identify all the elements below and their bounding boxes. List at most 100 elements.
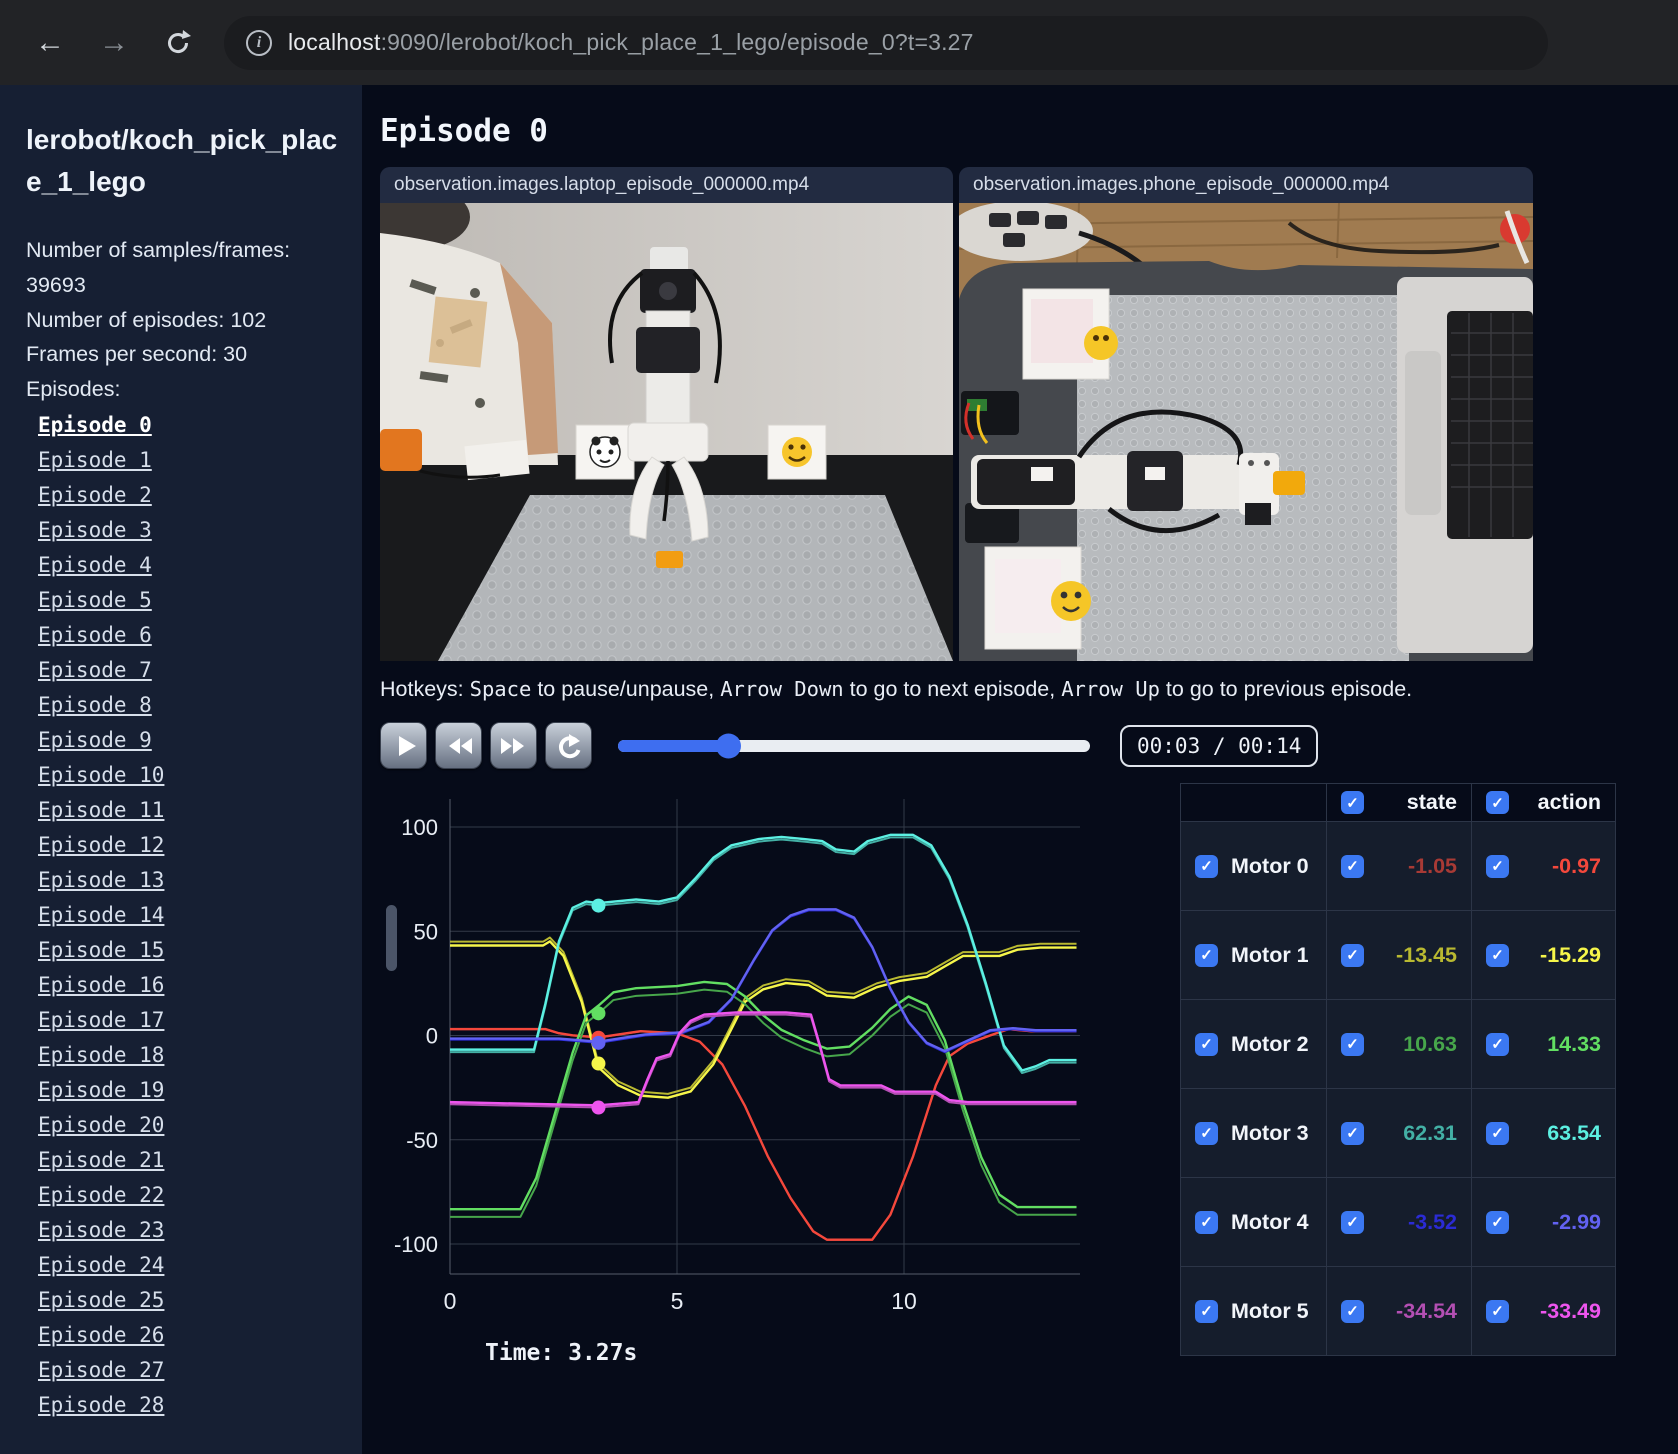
motor-action-checkbox[interactable]: ✓ bbox=[1486, 1121, 1509, 1145]
episode-link[interactable]: Episode 1 bbox=[38, 448, 152, 472]
slider-thumb[interactable] bbox=[716, 733, 742, 758]
motor-state-value: 10.63 bbox=[1403, 1031, 1457, 1056]
reload-button[interactable] bbox=[156, 21, 200, 65]
time-display: 00:03 / 00:14 bbox=[1120, 724, 1319, 767]
video-panel-laptop[interactable]: observation.images.laptop_episode_000000… bbox=[380, 167, 953, 661]
episode-link[interactable]: Episode 18 bbox=[38, 1043, 164, 1067]
main-content: Episode 0 observation.images.laptop_epis… bbox=[362, 85, 1678, 1454]
address-bar[interactable]: i localhost:9090/lerobot/koch_pick_place… bbox=[224, 15, 1548, 70]
episode-link[interactable]: Episode 3 bbox=[38, 518, 152, 542]
hotkey-key: Arrow Up bbox=[1061, 677, 1160, 701]
motor-state-checkbox[interactable]: ✓ bbox=[1341, 943, 1364, 967]
video-phone[interactable] bbox=[959, 203, 1533, 661]
video-laptop[interactable] bbox=[380, 203, 953, 661]
episode-link[interactable]: Episode 27 bbox=[38, 1358, 164, 1382]
motor-state-checkbox[interactable]: ✓ bbox=[1341, 1032, 1364, 1056]
episode-link[interactable]: Episode 14 bbox=[38, 903, 164, 927]
episode-link[interactable]: Episode 7 bbox=[38, 658, 152, 682]
seek-slider[interactable] bbox=[618, 733, 1090, 758]
episode-list: Episode 0 Episode 1 Episode 2 Episode 3 Epis… bbox=[26, 409, 338, 1424]
episode-link[interactable]: Episode 22 bbox=[38, 1183, 164, 1207]
box-bottom-left bbox=[984, 546, 1091, 650]
episode-link[interactable]: Episode 20 bbox=[38, 1113, 164, 1137]
svg-text:0: 0 bbox=[444, 1288, 457, 1314]
episode-list-item: Episode 10 bbox=[38, 759, 338, 794]
episode-link[interactable]: Episode 8 bbox=[38, 693, 152, 717]
motor-state-checkbox[interactable]: ✓ bbox=[1341, 1299, 1364, 1323]
episode-link[interactable]: Episode 2 bbox=[38, 483, 152, 507]
motor-checkbox[interactable]: ✓ bbox=[1195, 854, 1218, 878]
episode-link[interactable]: Episode 28 bbox=[38, 1393, 164, 1417]
motor-label: Motor 4 bbox=[1231, 1209, 1309, 1234]
episode-list-item: Episode 13 bbox=[38, 864, 338, 899]
laptop-top-view bbox=[1397, 277, 1533, 653]
video-frame-phone bbox=[959, 203, 1533, 661]
episode-list-item: Episode 1 bbox=[38, 444, 338, 479]
motor-state-checkbox[interactable]: ✓ bbox=[1341, 1121, 1364, 1145]
rewind-button[interactable] bbox=[435, 722, 482, 769]
motor-action-checkbox[interactable]: ✓ bbox=[1486, 1210, 1509, 1234]
svg-text:100: 100 bbox=[401, 815, 438, 840]
episode-link[interactable]: Episode 4 bbox=[38, 553, 152, 577]
episode-link[interactable]: Episode 13 bbox=[38, 868, 164, 892]
motor-row: ✓ Motor 1 ✓ -13.45 ✓ -15.29 bbox=[1180, 910, 1616, 1000]
motor-state-checkbox[interactable]: ✓ bbox=[1341, 1210, 1364, 1234]
motor-row: ✓ Motor 4 ✓ -3.52 ✓ -2.99 bbox=[1180, 1177, 1616, 1267]
motor-row: ✓ Motor 5 ✓ -34.54 ✓ -33.49 bbox=[1180, 1266, 1616, 1356]
motor-checkbox[interactable]: ✓ bbox=[1195, 1032, 1218, 1056]
stat-fps: Frames per second: 30 bbox=[26, 342, 248, 367]
motor-action-checkbox[interactable]: ✓ bbox=[1486, 1032, 1509, 1056]
motor-action-value: -33.49 bbox=[1540, 1298, 1601, 1323]
motor-checkbox[interactable]: ✓ bbox=[1195, 943, 1218, 967]
motor-state-checkbox[interactable]: ✓ bbox=[1341, 854, 1364, 878]
hotkey-text: to pause/unpause, bbox=[531, 677, 721, 701]
episode-list-item: Episode 3 bbox=[38, 514, 338, 549]
episode-list-item: Episode 2 bbox=[38, 479, 338, 514]
video-panel-phone[interactable]: observation.images.phone_episode_000000.… bbox=[959, 167, 1533, 661]
url-text: localhost:9090/lerobot/koch_pick_place_1… bbox=[288, 29, 974, 56]
episode-link[interactable]: Episode 21 bbox=[38, 1148, 164, 1172]
episode-list-item: Episode 27 bbox=[38, 1354, 338, 1389]
episode-link[interactable]: Episode 26 bbox=[38, 1323, 164, 1347]
scrollbar-thumb[interactable] bbox=[386, 905, 397, 971]
action-column-checkbox[interactable]: ✓ bbox=[1486, 791, 1509, 814]
motor-action-checkbox[interactable]: ✓ bbox=[1486, 943, 1509, 967]
episode-link[interactable]: Episode 10 bbox=[38, 763, 164, 787]
forward-button[interactable]: → bbox=[92, 21, 136, 65]
episode-link[interactable]: Episode 16 bbox=[38, 973, 164, 997]
state-column-checkbox[interactable]: ✓ bbox=[1341, 791, 1364, 814]
back-button[interactable]: ← bbox=[28, 21, 72, 65]
motor-action-checkbox[interactable]: ✓ bbox=[1486, 854, 1509, 878]
motor-action-checkbox[interactable]: ✓ bbox=[1486, 1299, 1509, 1323]
episode-link[interactable]: Episode 25 bbox=[38, 1288, 164, 1312]
play-button[interactable] bbox=[380, 722, 427, 769]
motor-chart-wrap: 100 50 0 -50 -100 0 5 10 Time: 3.27s bbox=[380, 787, 1092, 1366]
site-info-icon[interactable]: i bbox=[246, 29, 272, 56]
url-host: localhost bbox=[288, 29, 381, 55]
episode-link[interactable]: Episode 17 bbox=[38, 1008, 164, 1032]
video-frame-laptop bbox=[380, 203, 953, 661]
hotkey-key: Arrow Down bbox=[720, 677, 844, 701]
episode-link[interactable]: Episode 23 bbox=[38, 1218, 164, 1242]
fast-forward-button[interactable] bbox=[490, 722, 537, 769]
motor-checkbox[interactable]: ✓ bbox=[1195, 1210, 1218, 1234]
episode-list-item: Episode 9 bbox=[38, 724, 338, 759]
episode-link[interactable]: Episode 0 bbox=[38, 413, 152, 437]
episode-link[interactable]: Episode 9 bbox=[38, 728, 152, 752]
video-title-phone: observation.images.phone_episode_000000.… bbox=[959, 167, 1533, 203]
episode-link[interactable]: Episode 19 bbox=[38, 1078, 164, 1102]
motor-state-value: -13.45 bbox=[1396, 942, 1457, 967]
motor-checkbox[interactable]: ✓ bbox=[1195, 1299, 1218, 1323]
episode-link[interactable]: Episode 24 bbox=[38, 1253, 164, 1277]
motor-checkbox[interactable]: ✓ bbox=[1195, 1121, 1218, 1145]
episode-list-item: Episode 14 bbox=[38, 899, 338, 934]
episode-link[interactable]: Episode 15 bbox=[38, 938, 164, 962]
episode-link[interactable]: Episode 11 bbox=[38, 798, 164, 822]
loop-button[interactable] bbox=[545, 722, 592, 769]
episode-link[interactable]: Episode 6 bbox=[38, 623, 152, 647]
hotkeys-help: Hotkeys: Space to pause/unpause, Arrow D… bbox=[380, 677, 1678, 702]
loop-icon bbox=[558, 733, 580, 758]
episode-link[interactable]: Episode 12 bbox=[38, 833, 164, 857]
episode-list-item: Episode 16 bbox=[38, 969, 338, 1004]
episode-link[interactable]: Episode 5 bbox=[38, 588, 152, 612]
